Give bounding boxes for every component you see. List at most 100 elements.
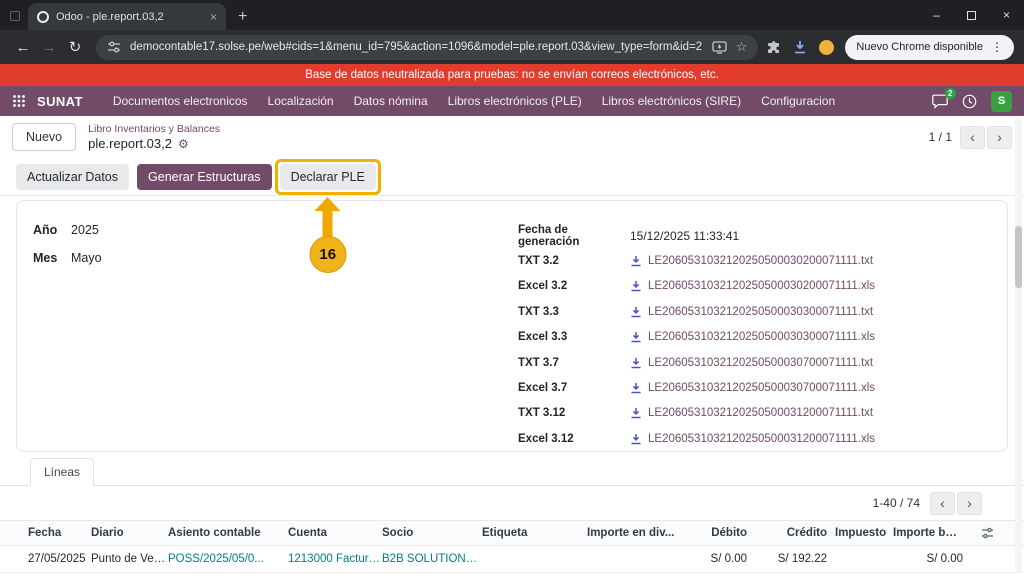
chrome-update-button[interactable]: Nuevo Chrome disponible ⋮ — [845, 35, 1014, 60]
year-value[interactable]: 2025 — [71, 223, 99, 237]
col-header-socio[interactable]: Socio — [382, 527, 482, 539]
col-header-credito[interactable]: Crédito — [747, 527, 827, 539]
install-icon[interactable] — [712, 41, 727, 54]
year-field-row: Año 2025 — [33, 223, 518, 237]
file-link[interactable]: LE2060531032120250500030300071111.txt — [648, 306, 873, 318]
download-icon[interactable] — [630, 357, 642, 369]
odoo-navbar: SUNAT Documentos electronicos Localizaci… — [0, 86, 1024, 116]
browser-titlebar: Odoo - ple.report.03,2 × + – × — [0, 0, 1024, 30]
neutralized-banner: Base de datos neutralizada para pruebas:… — [0, 64, 1024, 86]
file-field-label: Excel 3.12 — [518, 433, 630, 445]
col-header-diario[interactable]: Diario — [91, 527, 168, 539]
list-pager-value[interactable]: 1-40 / 74 — [873, 496, 920, 510]
profile-avatar-icon[interactable] — [819, 40, 834, 55]
extensions-icon[interactable] — [766, 40, 781, 55]
file-link[interactable]: LE2060531032120250500030700071111.txt — [648, 357, 873, 369]
close-button[interactable]: × — [989, 0, 1024, 30]
col-header-etiqueta[interactable]: Etiqueta — [482, 527, 587, 539]
generate-structures-button[interactable]: Generar Estructuras — [137, 164, 272, 190]
download-icon[interactable] — [630, 255, 642, 267]
col-header-impuesto[interactable]: Impuesto — [827, 527, 893, 539]
address-bar[interactable]: democontable17.solse.pe/web#cids=1&menu_… — [96, 35, 758, 60]
scrollbar-thumb[interactable] — [1015, 226, 1022, 288]
row-cell-cuenta: 1213000 Facturas... — [288, 553, 382, 565]
back-icon[interactable]: ← — [10, 39, 36, 56]
file-field-label: Excel 3.2 — [518, 280, 630, 292]
download-icon[interactable] — [630, 306, 642, 318]
tab-close-icon[interactable]: × — [210, 11, 217, 23]
file-link[interactable]: LE2060531032120250500030200071111.txt — [648, 255, 873, 267]
col-header-importe-div[interactable]: Importe en div... — [587, 527, 675, 539]
row-cell-diario: Punto de Venta — [91, 553, 168, 565]
col-header-debito[interactable]: Débito — [675, 527, 747, 539]
record-pager-value[interactable]: 1 / 1 — [929, 130, 952, 144]
file-field-label: TXT 3.12 — [518, 407, 630, 419]
col-header-cuenta[interactable]: Cuenta — [288, 527, 382, 539]
file-link[interactable]: LE2060531032120250500030300071111.xls — [648, 331, 875, 343]
file-link[interactable]: LE2060531032120250500031200071111.txt — [648, 407, 873, 419]
nav-menu-item[interactable]: Configuracion — [751, 94, 845, 108]
list-pager: 1-40 / 74 ‹ › — [0, 486, 1024, 520]
breadcrumb: Libro Inventarios y Balances ple.report.… — [88, 123, 220, 151]
activities-clock-icon[interactable] — [962, 94, 977, 109]
breadcrumb-parent-link[interactable]: Libro Inventarios y Balances — [88, 123, 220, 135]
browser-toolbar: ← → ↻ democontable17.solse.pe/web#cids=1… — [0, 30, 1024, 64]
file-field-row: Excel 3.2 LE2060531032120250500030200071… — [518, 274, 991, 299]
scrollbar-track[interactable] — [1015, 118, 1022, 573]
messages-button[interactable]: 2 — [932, 94, 948, 109]
app-name[interactable]: SUNAT — [37, 94, 83, 109]
download-icon[interactable] — [630, 407, 642, 419]
toggle-columns-icon[interactable] — [981, 527, 994, 539]
annotation-step-number: 16 — [309, 236, 346, 273]
download-icon[interactable] — [630, 280, 642, 292]
file-link[interactable]: LE2060531032120250500030700071111.xls — [648, 382, 875, 394]
breadcrumb-current-label: ple.report.03,2 — [88, 136, 172, 151]
update-data-button[interactable]: Actualizar Datos — [16, 164, 129, 190]
tab-lineas[interactable]: Líneas — [30, 458, 94, 486]
form-sheet: Año 2025 Mes Mayo Fecha de generación 15… — [16, 200, 1008, 452]
browser-tab[interactable]: Odoo - ple.report.03,2 × — [28, 3, 226, 30]
declare-ple-button[interactable]: Declarar PLE — [280, 164, 376, 190]
forward-icon[interactable]: → — [36, 39, 62, 56]
file-field-label: TXT 3.2 — [518, 255, 630, 267]
nav-menu-item[interactable]: Libros electrónicos (SIRE) — [592, 94, 751, 108]
list-pager-prev-button[interactable]: ‹ — [930, 492, 955, 515]
file-field-label: Excel 3.3 — [518, 331, 630, 343]
generation-date-label: Fecha de generación — [518, 224, 630, 248]
nav-menu-item[interactable]: Datos nómina — [344, 94, 438, 108]
pager-next-button[interactable]: › — [987, 126, 1012, 149]
download-icon[interactable] — [630, 382, 642, 394]
bookmark-star-icon[interactable]: ☆ — [736, 39, 748, 55]
nav-menu-item[interactable]: Libros electrónicos (PLE) — [438, 94, 592, 108]
site-settings-icon[interactable] — [107, 40, 121, 54]
reload-icon[interactable]: ↻ — [62, 38, 88, 56]
nav-menu-item[interactable]: Documentos electronicos — [103, 94, 258, 108]
month-value[interactable]: Mayo — [71, 251, 102, 265]
browser-menu-icon[interactable]: ⋮ — [991, 40, 1003, 54]
file-link[interactable]: LE2060531032120250500030200071111.xls — [648, 280, 875, 292]
col-header-importe-base[interactable]: Importe base — [893, 527, 963, 539]
year-label: Año — [33, 223, 71, 237]
apps-grid-icon[interactable] — [12, 94, 26, 108]
nav-menu-item[interactable]: Localización — [258, 94, 344, 108]
lines-table-header: Fecha Diario Asiento contable Cuenta Soc… — [0, 520, 1024, 546]
minimize-button[interactable]: – — [919, 0, 954, 30]
downloads-icon[interactable] — [792, 39, 808, 55]
new-button[interactable]: Nuevo — [12, 123, 76, 151]
download-icon[interactable] — [630, 433, 642, 445]
col-header-fecha[interactable]: Fecha — [28, 527, 91, 539]
user-avatar[interactable]: S — [991, 91, 1012, 112]
row-cell-asiento: POSS/2025/05/0... — [168, 553, 288, 565]
maximize-button[interactable] — [954, 0, 989, 30]
row-cell-socio: B2B SOLUTIONS ... — [382, 553, 482, 565]
annotation-step: 16 — [309, 197, 346, 273]
file-link[interactable]: LE2060531032120250500031200071111.xls — [648, 433, 875, 445]
gear-icon[interactable]: ⚙ — [178, 137, 189, 151]
file-field-row: Excel 3.3 LE2060531032120250500030300071… — [518, 325, 991, 350]
pager-prev-button[interactable]: ‹ — [960, 126, 985, 149]
download-icon[interactable] — [630, 331, 642, 343]
new-tab-button[interactable]: + — [238, 9, 247, 25]
col-header-asiento[interactable]: Asiento contable — [168, 527, 288, 539]
table-row[interactable]: 27/05/2025 Punto de Venta POSS/2025/05/0… — [0, 546, 1024, 573]
list-pager-next-button[interactable]: › — [957, 492, 982, 515]
